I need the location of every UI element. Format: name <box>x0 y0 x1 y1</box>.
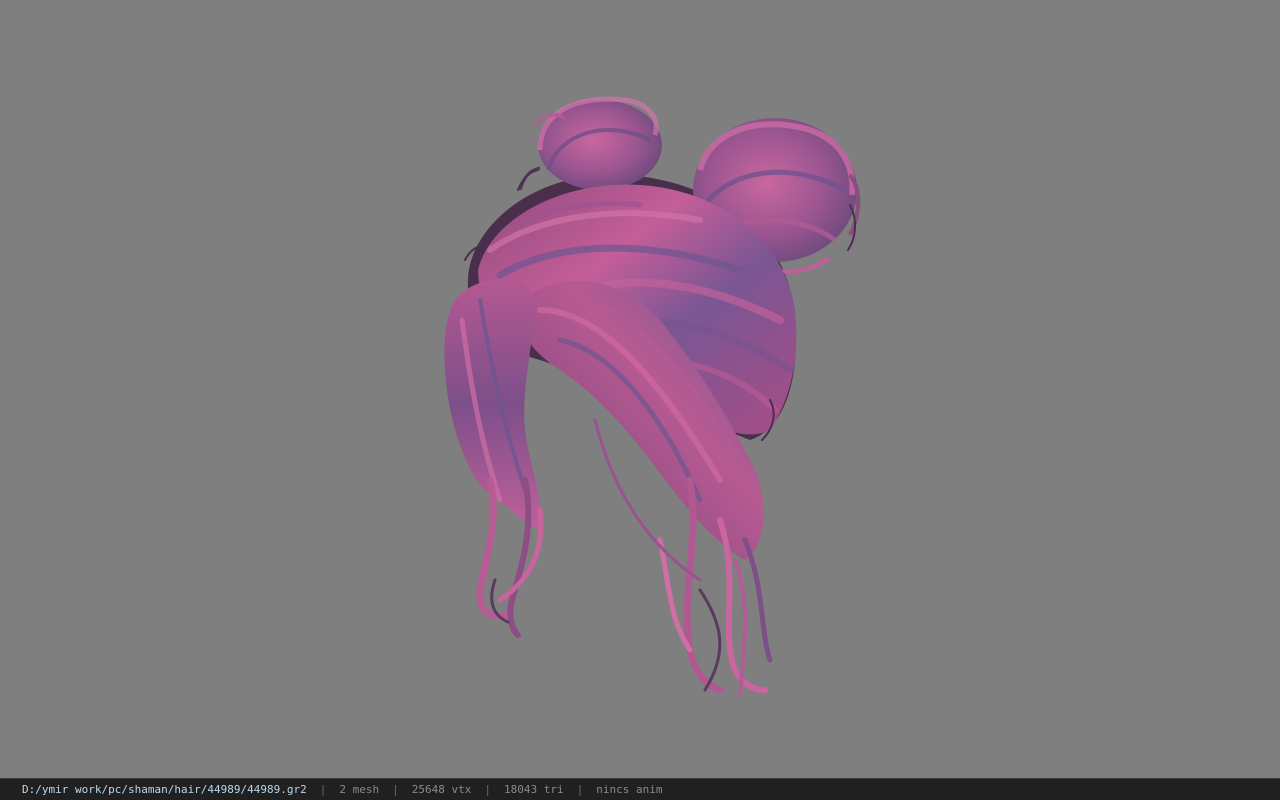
file-path: D:/ymir work/pc/shaman/hair/44989/44989.… <box>22 783 307 796</box>
status-bar: D:/ymir work/pc/shaman/hair/44989/44989.… <box>0 778 1280 800</box>
left-bun <box>518 96 662 191</box>
triangle-count: 18043 tri <box>504 783 564 796</box>
mesh-count: 2 mesh <box>339 783 380 796</box>
animation-status: nincs anim <box>596 783 663 796</box>
vertex-count: 25648 vtx <box>411 783 472 796</box>
3d-viewport[interactable] <box>0 0 1280 778</box>
separator: | <box>392 783 399 796</box>
separator: | <box>319 783 327 796</box>
separator: | <box>576 783 584 796</box>
hair-model <box>444 96 861 697</box>
separator: | <box>484 783 492 796</box>
